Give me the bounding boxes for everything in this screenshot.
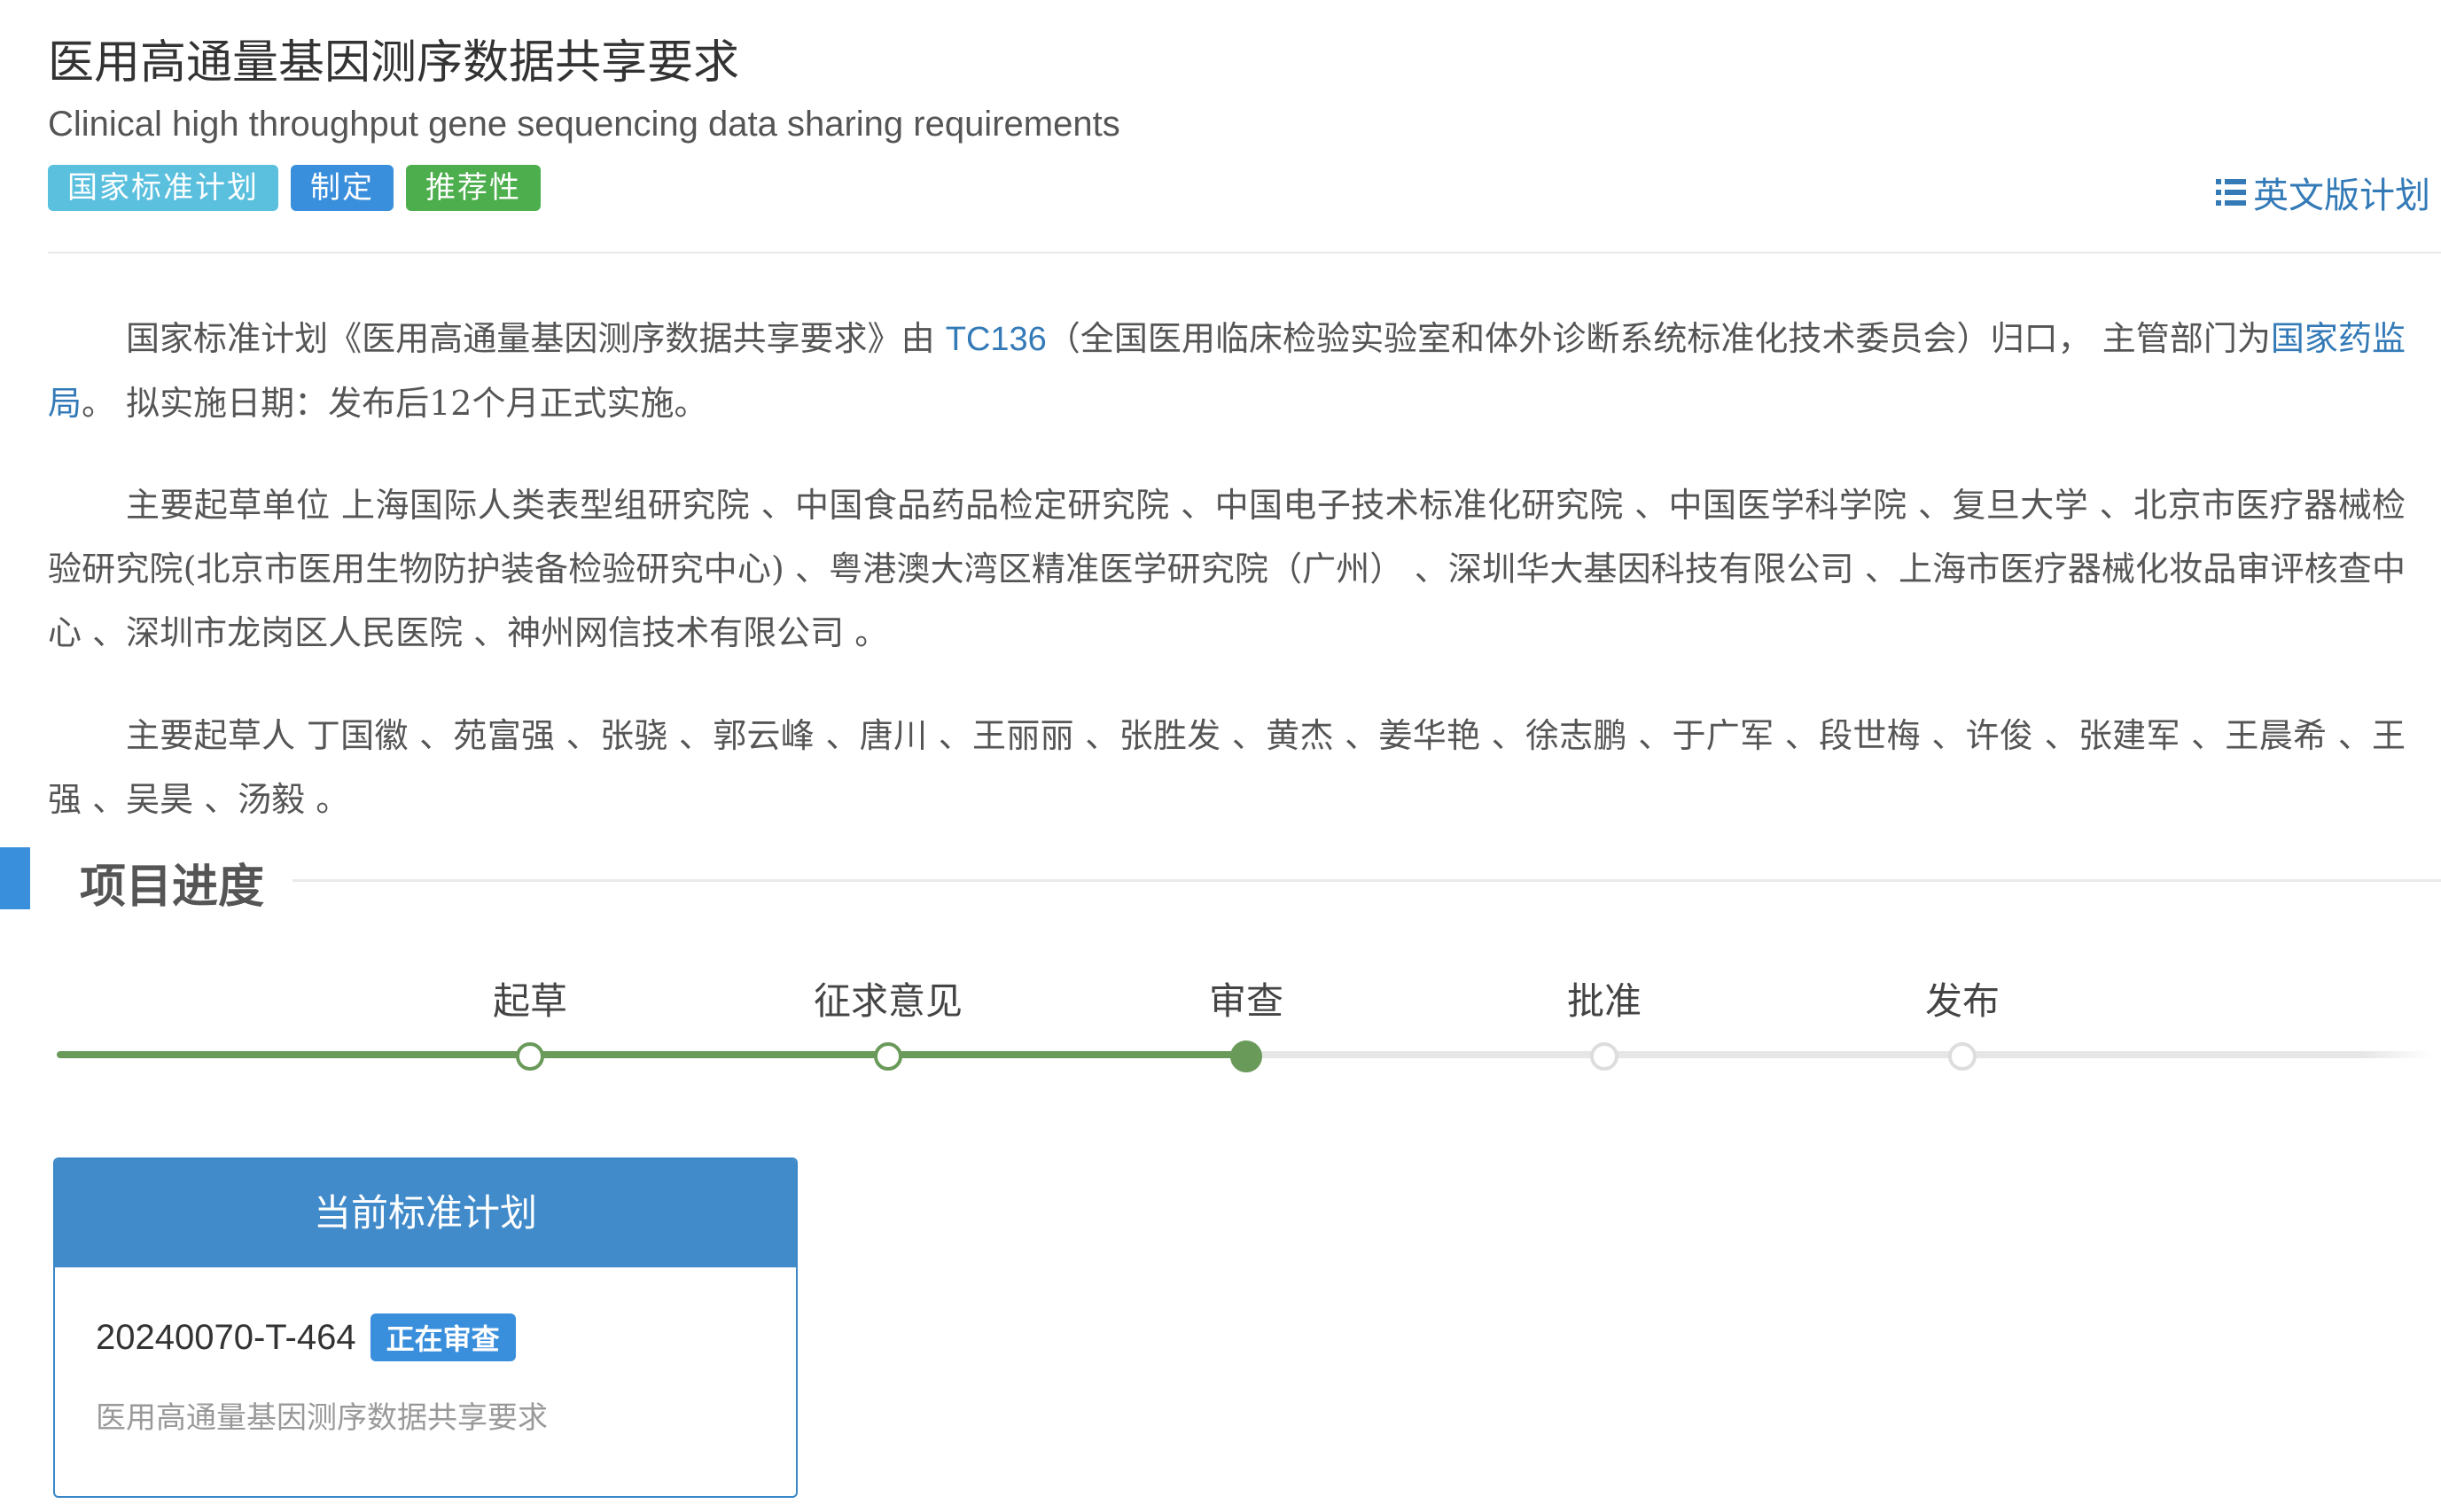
plan-number-row: 20240070-T-464 正在审查 [96,1313,755,1361]
progress-step-dot [874,1042,902,1071]
section-accent-bar [0,847,30,909]
standard-plan-page: 医用高通量基因测序数据共享要求 Clinical high throughput… [0,0,2441,1512]
progress-section-title: 项目进度 [80,861,265,914]
list-icon [2216,179,2246,206]
progress-step-label: 征求意见 [813,979,963,1023]
progress-step-label: 批准 [1566,979,1642,1023]
current-plan-card-body: 20240070-T-464 正在审查 医用高通量基因测序数据共享要求 [55,1267,796,1483]
progress-track-completed [57,1051,1246,1058]
current-plan-card[interactable]: 当前标准计划 20240070-T-464 正在审查 医用高通量基因测序数据共享… [53,1157,798,1498]
progress-step-0: 起草 [415,975,645,1071]
drafters-paragraph: 主要起草人 丁国徽 、苑富强 、张骁 、郭云峰 、唐川 、王丽丽 、张胜发 、黄… [48,716,2406,819]
progress-step-dot [1590,1042,1618,1071]
progress-step-dot [1230,1040,1262,1072]
tag-national-standard-plan: 国家标准计划 [48,165,278,211]
current-plan-card-header: 当前标准计划 [55,1159,796,1267]
page-title: 医用高通量基因测序数据共享要求 [48,36,740,90]
overview-paragraph: 国家标准计划《医用高通量基因测序数据共享要求》由 TC136（全国医用临床检验实… [48,307,2406,435]
progress-step-label: 起草 [492,979,567,1023]
overview-text-2: （全国医用临床检验实验室和体外诊断系统标准化技术委员会）归口， 主管部门为 [1046,319,2271,358]
tc136-link[interactable]: TC136 [946,321,1047,358]
progress-step-1: 征求意见 [773,975,1003,1071]
tag-recommended: 推荐性 [406,165,541,211]
progress-step-3: 批准 [1489,975,1720,1071]
progress-step-label: 审查 [1208,979,1283,1023]
section-divider [292,879,2441,882]
tag-group: 国家标准计划 制定 推荐性 [48,165,541,211]
status-badge: 正在审查 [370,1313,516,1361]
page-subtitle-en: Clinical high throughput gene sequencing… [48,105,1120,144]
drafting-units-paragraph: 主要起草单位 上海国际人类表型组研究院 、中国食品药品检定研究院 、中国电子技术… [48,486,2406,652]
plan-name: 医用高通量基因测序数据共享要求 [96,1400,548,1436]
english-plan-link-label: 英文版计划 [2253,175,2430,216]
progress-step-4: 发布 [1847,975,2078,1071]
plan-number: 20240070-T-464 [96,1317,356,1357]
overview-text-3: 。 拟实施日期：发布后12个月正式实施。 [82,384,708,423]
overview-text-1: 国家标准计划《医用高通量基因测序数据共享要求》由 [126,319,946,358]
header-divider [48,252,2441,253]
progress-step-dot [1948,1042,1977,1071]
progress-step-2: 审查 [1131,975,1361,1072]
english-plan-link[interactable]: 英文版计划 [2216,167,2430,218]
tag-formulate: 制定 [291,165,394,211]
progress-step-label: 发布 [1924,979,2000,1023]
progress-step-dot [516,1042,544,1071]
